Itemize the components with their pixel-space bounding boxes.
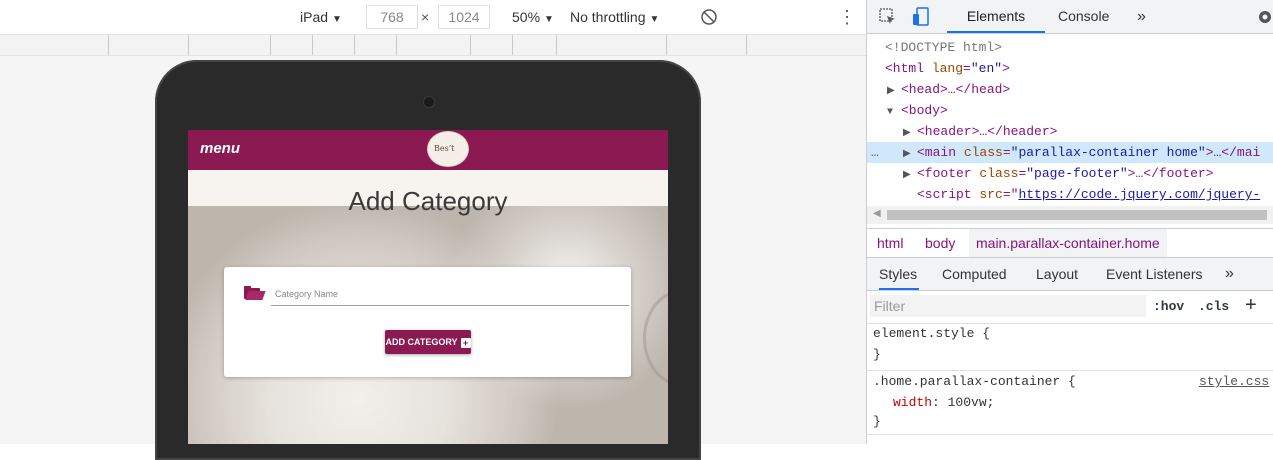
tab-computed[interactable]: Computed <box>942 258 1007 290</box>
site-logo[interactable]: Bes’t <box>427 131 469 167</box>
dimension-separator: × <box>421 9 430 25</box>
camera-icon <box>423 96 435 108</box>
device-select[interactable]: iPad ▼ <box>300 0 342 34</box>
horizontal-scrollbar[interactable]: ◀ <box>867 206 1273 224</box>
tab-console[interactable]: Console <box>1058 0 1109 33</box>
css-value: 100vw; <box>947 395 995 410</box>
filter-input[interactable] <box>870 295 1146 317</box>
zoom-select[interactable]: 50% ▼ <box>512 0 554 34</box>
element-style-close: } <box>873 347 881 362</box>
hero-background: Add Category ADD CATEGORY+ <box>188 170 668 444</box>
dom-head[interactable]: ▶ <head>…</head> <box>867 79 1273 100</box>
throttling-label: No throttling <box>570 9 646 25</box>
device-screen: menu Bes’t Add Category ADD CATEGORY+ <box>188 130 668 444</box>
tab-elements[interactable]: Elements <box>947 0 1045 33</box>
more-options-icon[interactable]: ⋮ <box>838 0 856 34</box>
hov-toggle[interactable]: :hov <box>1153 299 1184 314</box>
menu-link[interactable]: menu <box>200 140 240 157</box>
breadcrumb-body[interactable]: body <box>925 229 955 257</box>
scroll-left-icon[interactable]: ◀ <box>873 208 881 219</box>
rotate-icon[interactable] <box>700 8 718 26</box>
dom-body[interactable]: ▼ <body> <box>867 100 1273 121</box>
element-style-selector[interactable]: element.style { <box>873 326 990 341</box>
more-tabs-icon[interactable]: » <box>1137 0 1146 33</box>
collapse-triangle-icon[interactable]: ▼ <box>887 102 901 121</box>
rule-declaration[interactable]: width: 100vw; <box>893 395 994 410</box>
breadcrumb: html body main.parallax-container.home <box>867 228 1273 258</box>
width-field[interactable]: 768 <box>366 5 418 29</box>
add-category-button[interactable]: ADD CATEGORY + <box>385 330 471 354</box>
device-toggle-icon[interactable] <box>911 7 931 27</box>
rule-source-link[interactable]: style.css <box>1199 374 1269 389</box>
tab-styles[interactable]: Styles <box>879 258 920 290</box>
css-property: width <box>893 395 933 410</box>
dom-doctype[interactable]: <!DOCTYPE html> <box>867 37 1273 58</box>
devtools-panel: Elements Console » <!DOCTYPE html> <html… <box>866 0 1273 444</box>
breadcrumb-html[interactable]: html <box>877 229 903 257</box>
bowl-decor <box>643 290 668 386</box>
inspect-element-icon[interactable] <box>879 8 897 26</box>
tab-event-listeners[interactable]: Event Listeners <box>1106 258 1203 290</box>
dom-script[interactable]: <script src="https://code.jquery.com/jqu… <box>867 184 1273 205</box>
add-category-card: ADD CATEGORY+ <box>224 267 631 377</box>
dom-html[interactable]: <html lang="en"> <box>867 58 1273 79</box>
more-subtabs-icon[interactable]: » <box>1225 258 1234 290</box>
chevron-down-icon: ▼ <box>649 14 660 25</box>
script-src-link[interactable]: https://code.jquery.com/jquery- <box>1018 187 1260 202</box>
category-name-input[interactable] <box>271 283 629 306</box>
chevron-down-icon: ▼ <box>332 14 342 25</box>
breadcrumb-main[interactable]: main.parallax-container.home <box>969 229 1167 257</box>
styles-filter-bar: :hov .cls + <box>867 291 1273 324</box>
styles-subtabs: Styles Computed Layout Event Listeners » <box>867 258 1273 291</box>
dom-footer[interactable]: ▶ <footer class="page-footer">…</footer> <box>867 163 1273 184</box>
dom-tree: <!DOCTYPE html> <html lang="en"> ▶ <head>… <box>867 34 1273 204</box>
expand-triangle-icon[interactable]: ▶ <box>887 81 901 100</box>
devtools-tabbar: Elements Console » <box>867 0 1273 34</box>
cls-toggle[interactable]: .cls <box>1198 299 1229 314</box>
expand-triangle-icon[interactable]: ▶ <box>903 144 917 163</box>
throttling-select[interactable]: No throttling ▼ <box>570 0 659 34</box>
plus-square-icon: + <box>460 337 471 348</box>
gear-icon[interactable] <box>1256 8 1273 26</box>
node-actions-icon[interactable]: … <box>871 142 903 163</box>
logo-text: Bes’t <box>434 144 455 153</box>
rule-selector[interactable]: .home.parallax-container { <box>873 374 1076 389</box>
site-navbar: menu Bes’t <box>188 130 668 170</box>
media-query-ruler <box>0 35 866 56</box>
new-rule-icon[interactable]: + <box>1245 294 1257 317</box>
chevron-down-icon: ▼ <box>544 14 554 25</box>
scrollbar-thumb[interactable] <box>887 210 1267 220</box>
dom-main-selected[interactable]: … ▶ <main class="parallax-container home">… <box>867 142 1273 163</box>
expand-triangle-icon[interactable]: ▶ <box>903 165 917 184</box>
tab-layout[interactable]: Layout <box>1036 258 1078 290</box>
device-toolbar: iPad ▼ 768 × 1024 50% ▼ No throttling ▼ ⋮ <box>0 0 866 35</box>
expand-triangle-icon[interactable]: ▶ <box>903 123 917 142</box>
height-field[interactable]: 1024 <box>438 5 490 29</box>
folder-open-icon <box>244 286 266 300</box>
dom-header[interactable]: ▶ <header>…</header> <box>867 121 1273 142</box>
device-label: iPad <box>300 9 329 25</box>
add-category-label: ADD CATEGORY <box>385 336 458 347</box>
rule-close: } <box>873 414 881 429</box>
zoom-label: 50% <box>512 9 541 25</box>
page-title: Add Category <box>348 186 508 216</box>
